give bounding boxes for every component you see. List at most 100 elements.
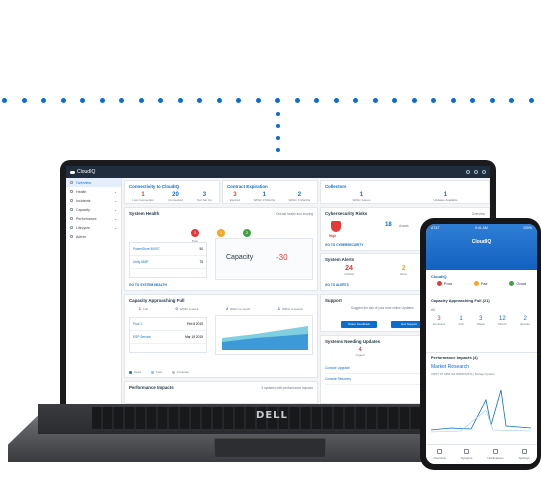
metric-label: Critical [344, 272, 354, 276]
sidebar-item-lifecycle[interactable]: Lifecycle ⌄ [66, 223, 121, 232]
go-to-cybersecurity-link[interactable]: GO TO CYBERSECURITY [325, 243, 363, 247]
metric[interactable]: 2 Within 6 Months [289, 192, 311, 202]
cyber-assets-label: Assets [399, 224, 409, 228]
metric[interactable]: 20 Connected [168, 192, 183, 202]
phone-health-poor[interactable]: Poor [436, 281, 452, 286]
pool-name: ESP Service [133, 335, 151, 339]
clock-text: 9:41 AM [474, 226, 488, 230]
connectivity-title: Connectivity to CloudIQ [129, 184, 180, 189]
period-label: Full [143, 306, 148, 311]
metric[interactable]: 24 Critical [344, 265, 353, 276]
phone-perf-chart [431, 389, 531, 433]
phone-health-row: Poor Fair Good [426, 281, 537, 286]
sidebar-item-label: Health [76, 189, 87, 194]
connector-dot [99, 98, 105, 103]
system-score: 50 [199, 247, 203, 251]
user-icon[interactable] [482, 170, 486, 174]
period-label: Within a quarter [282, 306, 304, 311]
marketing-composite: CloudIQ Overview Health ⌄ Incidents ⌄ Capacit… [0, 0, 541, 488]
connector-dot [470, 98, 475, 103]
phone-nav-notifications[interactable]: Notifications [487, 449, 504, 460]
health-state-0[interactable]: 3 Poor [191, 221, 199, 243]
metric-label: Error [400, 272, 408, 276]
contract-title: Contract Expiration [227, 184, 268, 189]
phone-capacity-item[interactable]: 2 Quarter [520, 316, 530, 326]
phone-capacity-item[interactable]: 12 Month [498, 316, 506, 326]
capacity-period[interactable]: 1 Full [139, 306, 148, 311]
sidebar-item-left: Lifecycle [70, 226, 90, 230]
help-icon[interactable] [474, 170, 478, 174]
connector-dot [255, 98, 261, 103]
connector-dot [197, 98, 202, 103]
phone-nav-systems[interactable]: Systems [461, 449, 472, 460]
connector-dot [276, 136, 280, 140]
metric[interactable]: 1 Within 3 Months [254, 192, 276, 202]
phone-capacity-filter[interactable]: All [426, 308, 537, 312]
metric-value: 24 [345, 265, 353, 272]
metric[interactable]: 1 Within Issues [353, 192, 371, 202]
sidebar-item-incidents[interactable]: Incidents ⌄ [66, 196, 121, 205]
phone-health-good[interactable]: Good [509, 281, 526, 286]
dotted-connector [0, 98, 541, 104]
sidebar-item-admin[interactable]: Admin [66, 232, 121, 241]
metric-label: Connected [168, 198, 183, 202]
metric[interactable]: 2 Error [400, 265, 407, 276]
legend-item: Forecast [172, 370, 189, 374]
capacity-value: -30 [276, 253, 288, 262]
phone-capacity-item[interactable]: 3 Week [477, 316, 485, 326]
sidebar-item-health[interactable]: Health ⌄ [66, 187, 121, 196]
capacity-period[interactable]: 2 Within a month [226, 306, 250, 311]
phone-capacity-label: Quarter [520, 322, 531, 326]
connector-dot [372, 98, 378, 103]
chevron-down-icon: ⌄ [113, 198, 117, 203]
metric[interactable]: 1 Lost Connection [132, 192, 154, 202]
metric[interactable]: 3 Not Set Up [197, 192, 212, 202]
collectors-card[interactable]: Collectors 1 Within Issues 1 Updates Availa… [320, 180, 490, 204]
table-row[interactable]: Pool 1 Feb 8 2019 [130, 318, 206, 331]
sidebar-item-overview[interactable]: Overview [66, 178, 121, 187]
phone-nav-overview[interactable]: Overview [433, 449, 446, 460]
gear-icon [70, 235, 73, 238]
period-label: Within a month [230, 306, 251, 311]
sidebar: Overview Health ⌄ Incidents ⌄ Capacity ⌄ Perfor… [66, 178, 122, 404]
sidebar-item-left: Admin [70, 235, 86, 239]
metric[interactable]: 3 Expired [230, 192, 240, 202]
cycle-icon [70, 226, 73, 229]
phone-health-fair[interactable]: Fair [473, 281, 488, 286]
sidebar-item-left: Capacity [70, 208, 90, 212]
metric-label: Updates Available [433, 198, 458, 202]
metric[interactable]: 4 Urgent [356, 347, 365, 357]
phone-nav-settings[interactable]: Settings [519, 449, 530, 460]
sidebar-item-capacity[interactable]: Capacity ⌄ [66, 205, 121, 214]
database-icon [70, 208, 73, 211]
search-icon[interactable] [466, 170, 470, 174]
table-row[interactable]: Unity 680F 75 [130, 256, 206, 269]
go-to-alerts-link[interactable]: GO TO ALERTS [325, 283, 349, 287]
sidebar-item-performance[interactable]: Performance ⌄ [66, 214, 121, 223]
connector-dot [119, 98, 124, 103]
sidebar-item-left: Overview [70, 181, 91, 185]
phone-status-bar: AT&T 9:41 AM 100% [431, 226, 532, 230]
table-row[interactable]: PowerStore 5000T 50 [130, 243, 206, 256]
metric[interactable]: 1 Updates Available [433, 192, 457, 202]
capacity-area-svg [222, 326, 308, 350]
share-feedback-button[interactable]: Share Feedback [341, 321, 377, 328]
contract-card[interactable]: Contract Expiration 3 Expired 1 Within 3 Mo… [222, 180, 318, 204]
capacity-period[interactable]: 1 Within a quarter [278, 306, 303, 311]
speed-icon [70, 217, 73, 220]
chevron-down-icon: ⌄ [113, 207, 117, 212]
go-to-system-health-link[interactable]: GO TO SYSTEM HEALTH [129, 283, 167, 287]
phone-nav-label: Settings [518, 456, 530, 460]
legend-swatch [151, 370, 155, 374]
table-row[interactable]: ESP Service Mar 19 2019 [130, 331, 206, 344]
phone-capacity-item[interactable]: 1 Full [459, 316, 464, 326]
capacity-period[interactable]: 0 Within a week [175, 306, 198, 311]
phone-capacity-item[interactable]: 3 Imminent [433, 316, 445, 326]
status-dot-icon [509, 281, 515, 286]
perf-line [431, 389, 531, 431]
phone-perf-item[interactable]: Market Research [426, 364, 537, 370]
connector-dot [60, 98, 66, 103]
connectivity-card[interactable]: Connectivity to CloudIQ 1 Lost Connection… [124, 180, 220, 204]
chevron-down-icon: ⌄ [113, 189, 117, 194]
bell-icon [70, 199, 73, 202]
